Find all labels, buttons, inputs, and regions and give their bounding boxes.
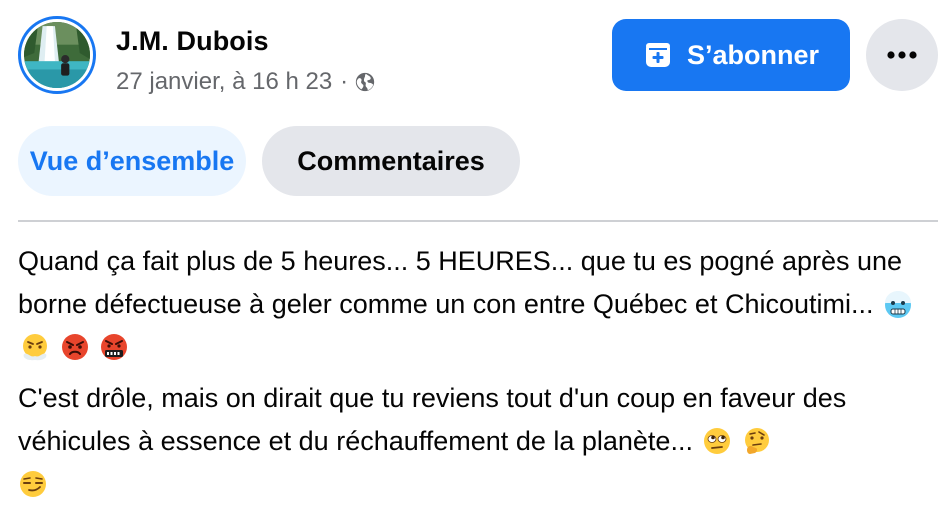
post-meta: 27 janvier, à 16 h 23 · [116,68,376,96]
post-tabs: Vue d’ensemble Commentaires [18,126,520,196]
globe-icon[interactable] [354,71,376,93]
rolling-eyes-emoji [704,428,731,454]
tab-overview[interactable]: Vue d’ensemble [18,126,246,196]
avatar-image [24,22,90,88]
post-body: Quand ça fait plus de 5 heures... 5 HEUR… [18,240,933,512]
subscribe-label: S’abonner [686,39,820,70]
angry-face-emoji [61,334,88,360]
subscribe-icon [645,43,670,67]
post-paragraph-1: Quand ça fait plus de 5 heures... 5 HEUR… [18,240,933,369]
steam-nose-face-emoji [23,334,47,361]
cursing-face-emoji [101,334,128,360]
smirking-face-emoji [20,471,46,497]
cold-face-emoji [885,291,911,318]
post-header: J.M. Dubois 27 janvier, à 16 h 23 · S’ab… [18,16,938,104]
more-dots-icon [887,51,917,59]
post-paragraph-2: C'est drôle, mais on dirait que tu revie… [18,377,933,506]
divider [18,220,938,222]
meta-separator: · [340,68,349,95]
post-timestamp[interactable]: 27 janvier, à 16 h 23 [116,68,332,96]
avatar[interactable] [18,16,96,94]
subscribe-button[interactable]: S’abonner [612,19,850,91]
author-name[interactable]: J.M. Dubois [116,26,269,57]
more-options-button[interactable] [866,19,938,91]
post-paragraph-1-text: Quand ça fait plus de 5 heures... 5 HEUR… [18,246,903,319]
thinking-face-emoji [744,428,769,454]
tab-comments[interactable]: Commentaires [262,126,520,196]
avatar-photo [24,22,90,88]
